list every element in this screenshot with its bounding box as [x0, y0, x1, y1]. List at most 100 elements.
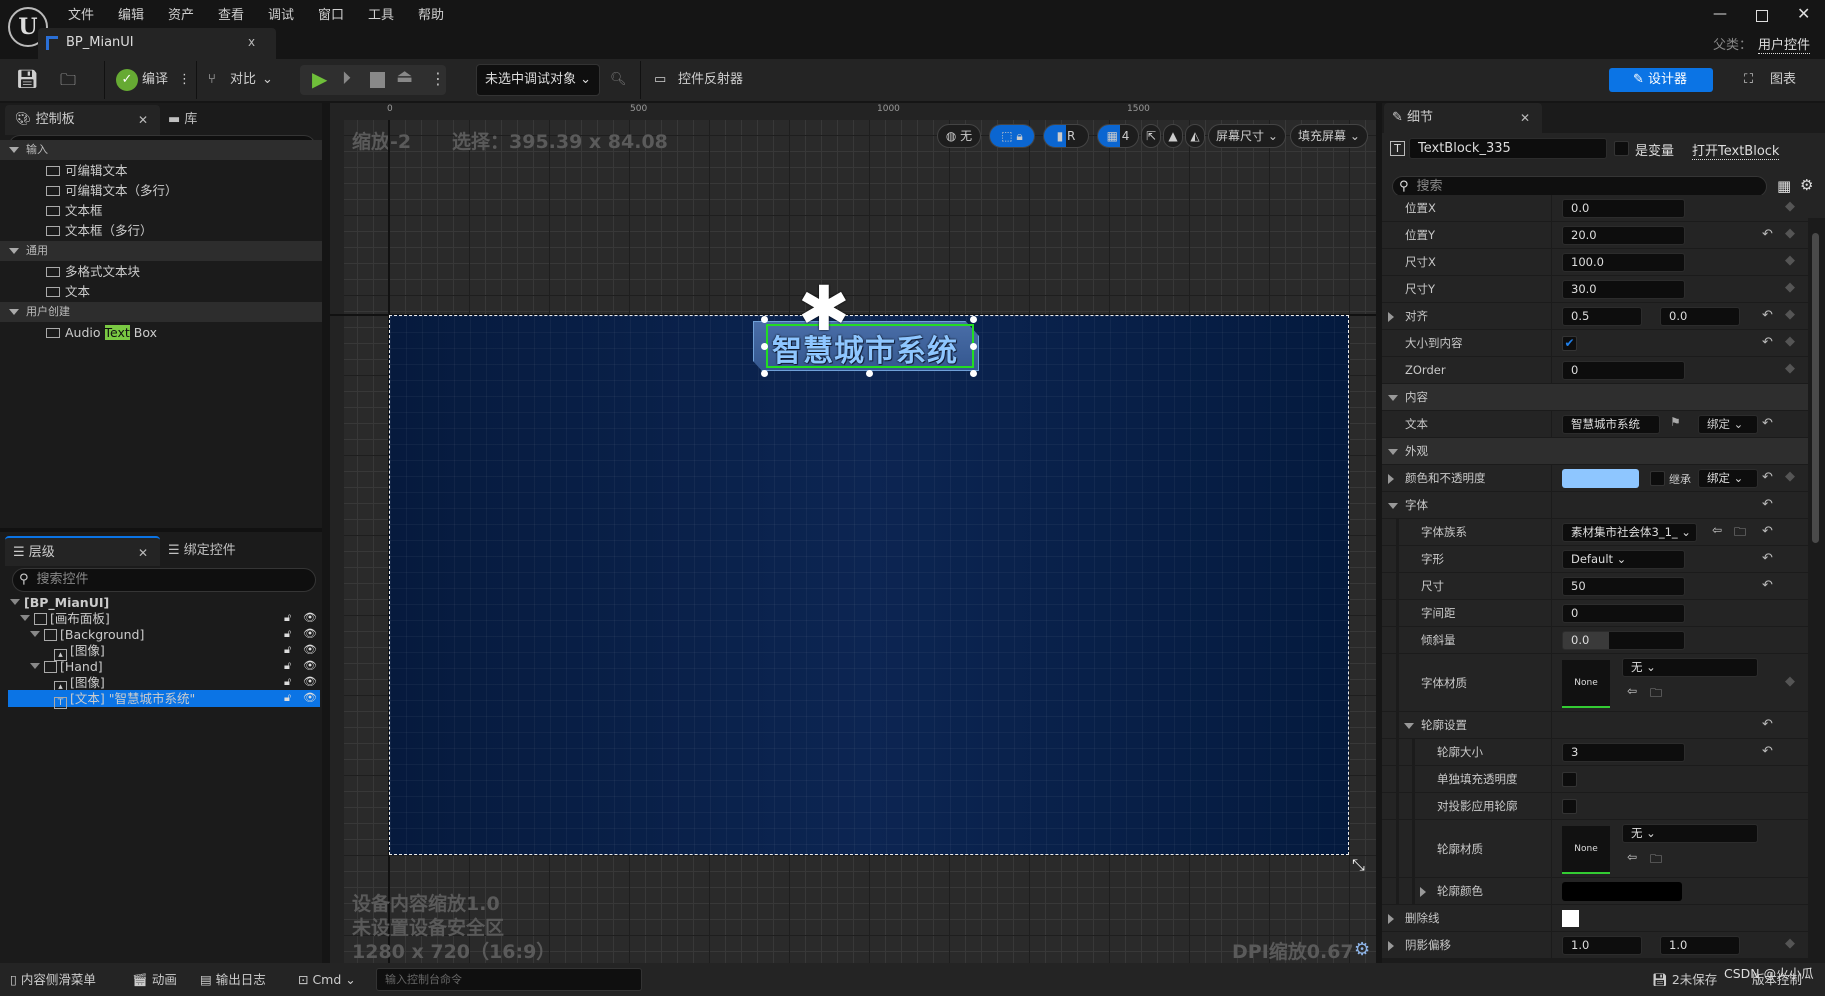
resize-handle[interactable] [866, 370, 873, 377]
color-swatch[interactable] [1562, 910, 1579, 927]
select-icon[interactable]: ⇱ [1141, 124, 1161, 148]
document-tab[interactable]: BP_MianUI x [38, 28, 276, 59]
settings-gear-icon[interactable]: ⚙ [1800, 176, 1813, 194]
console-input[interactable]: 输入控制台命令 [376, 968, 642, 991]
add-keyframe-icon[interactable]: ◆ [1785, 469, 1795, 484]
expand-arrow-icon[interactable] [1388, 449, 1398, 460]
menu-asset[interactable]: 资产 [168, 4, 194, 23]
menu-debug[interactable]: 调试 [268, 4, 294, 23]
reset-to-default-icon[interactable]: ↶ [1762, 416, 1773, 431]
add-keyframe-icon[interactable]: ◆ [1785, 226, 1795, 241]
close-icon[interactable]: ✕ [138, 105, 148, 135]
reset-to-default-icon[interactable]: ↶ [1762, 497, 1773, 512]
tree-item[interactable]: ▴ [图像] [54, 675, 105, 693]
property-input-y[interactable]: 1.0 [1660, 936, 1740, 955]
tab-library[interactable]: ▬ 库 [168, 105, 197, 135]
property-input[interactable]: 3 [1562, 743, 1685, 762]
widget-reflector-button[interactable]: 控件反射器 [678, 68, 743, 92]
property-input[interactable]: 0 [1562, 361, 1685, 380]
expand-arrow-icon[interactable] [1388, 312, 1399, 322]
expand-arrow-icon[interactable] [1404, 723, 1414, 734]
designer-button[interactable]: ✎ 设计器 [1609, 68, 1713, 92]
font-family-dropdown[interactable]: 素材集市社会体3_1_ ⌄ [1562, 523, 1697, 542]
reset-to-default-icon[interactable]: ↶ [1762, 308, 1773, 323]
typeface-dropdown[interactable]: Default ⌄ [1562, 550, 1685, 569]
more-icon[interactable]: ⋮ [430, 69, 446, 88]
property-input[interactable]: 100.0 [1562, 253, 1685, 272]
reset-to-default-icon[interactable]: ↶ [1762, 335, 1773, 350]
lock-icon[interactable]: 🔓︎ [284, 675, 291, 689]
menu-view[interactable]: 查看 [218, 4, 244, 23]
add-keyframe-icon[interactable]: ◆ [1785, 674, 1795, 689]
add-keyframe-icon[interactable]: ◆ [1785, 936, 1795, 951]
browse-asset-icon[interactable]: 🗀 [1650, 850, 1662, 871]
resize-handle[interactable] [761, 370, 768, 377]
reset-to-default-icon[interactable]: ↶ [1762, 744, 1773, 759]
fill-screen-dropdown[interactable]: 填充屏幕 ⌄ [1290, 124, 1368, 148]
expand-arrow-icon[interactable] [30, 663, 40, 674]
screen-size-dropdown[interactable]: 屏幕尺寸 ⌄ [1208, 124, 1286, 148]
expand-arrow-icon[interactable] [1388, 474, 1399, 484]
expand-arrow-icon[interactable] [1388, 941, 1399, 951]
designer-canvas[interactable]: 0 500 1000 1500 缩放-2 选择：395.39 x 84.08 ◍… [330, 103, 1376, 963]
property-checkbox[interactable] [1562, 772, 1577, 787]
details-search-input[interactable]: ⚲ 搜索 [1392, 176, 1767, 197]
material-dropdown[interactable]: 无 ⌄ [1622, 824, 1758, 843]
menu-help[interactable]: 帮助 [418, 4, 444, 23]
close-icon[interactable]: x [248, 35, 255, 49]
property-checkbox[interactable] [1562, 799, 1577, 814]
add-keyframe-icon[interactable]: ◆ [1785, 253, 1795, 268]
menu-edit[interactable]: 编辑 [118, 4, 144, 23]
tab-hierarchy[interactable]: ☰ 层级 ✕ [5, 536, 160, 566]
palette-item[interactable]: 可编辑文本（多行） [46, 181, 178, 201]
grid-snap-toggle[interactable]: ▦ 4 [1097, 124, 1139, 148]
compile-button[interactable]: 编译 [142, 68, 168, 92]
resize-handle[interactable] [970, 370, 977, 377]
visibility-eye-icon[interactable]: 👁︎ [303, 691, 317, 704]
tree-item[interactable]: [Hand] [44, 659, 103, 675]
palette-item[interactable]: 多格式文本块 [46, 262, 140, 282]
reset-to-default-icon[interactable]: ↶ [1762, 227, 1773, 242]
minimize-button[interactable]: — [1713, 6, 1727, 22]
material-thumbnail[interactable]: None [1562, 660, 1610, 708]
use-selected-icon[interactable]: ⇦ [1627, 684, 1637, 698]
reset-to-default-icon[interactable]: ↶ [1762, 524, 1773, 539]
maximize-button[interactable] [1756, 10, 1768, 22]
save-icon[interactable]: 💾︎ [16, 68, 39, 92]
compile-status-icon[interactable]: ✓ [116, 69, 138, 91]
widget-name-input[interactable]: TextBlock_335 [1409, 138, 1607, 159]
close-icon[interactable]: ✕ [138, 538, 148, 568]
open-textblock-link[interactable]: 打开TextBlock [1692, 140, 1780, 160]
add-keyframe-icon[interactable]: ◆ [1785, 361, 1795, 376]
lock-icon[interactable]: 🔓︎ [284, 627, 291, 641]
tree-item[interactable]: ▴ [图像] [54, 643, 105, 661]
palette-category[interactable]: 通用 [0, 241, 322, 261]
image-icon[interactable]: ▲ [1163, 124, 1183, 148]
inherit-checkbox[interactable] [1650, 471, 1665, 486]
add-keyframe-icon[interactable]: ◆ [1785, 307, 1795, 322]
diff-button[interactable]: 对比 [230, 68, 256, 92]
resize-handle[interactable] [970, 343, 977, 350]
respect-lock-toggle[interactable]: ⬚ 🔒︎ [989, 124, 1035, 148]
visibility-eye-icon[interactable]: 👁︎ [303, 659, 317, 672]
expand-arrow-icon[interactable] [1388, 914, 1399, 924]
close-window-button[interactable]: ✕ [1797, 4, 1810, 23]
palette-item[interactable]: 可编辑文本 [46, 161, 128, 181]
property-input-x[interactable]: 0.5 [1562, 307, 1642, 326]
add-keyframe-icon[interactable]: ◆ [1785, 280, 1795, 295]
find-debug-icon[interactable]: 🔍︎ [610, 68, 627, 92]
tree-item[interactable]: [BP_MianUI] [24, 595, 109, 611]
resize-handle[interactable] [761, 343, 768, 350]
content-drawer-button[interactable]: ▯ 内容侧滑菜单 [10, 963, 96, 996]
expand-arrow-icon[interactable] [1388, 503, 1398, 514]
palette-category[interactable]: 用户创建 [0, 302, 322, 322]
parent-class-link[interactable]: 用户控件 [1758, 34, 1811, 54]
step-icon[interactable]: ⏵ [342, 68, 351, 89]
bind-dropdown[interactable]: 绑定 ⌄ [1698, 415, 1758, 434]
tab-palette[interactable]: 🎨︎ 控制板 ✕ [5, 105, 160, 135]
anchor-icon[interactable]: ✱ [798, 278, 850, 340]
use-selected-icon[interactable]: ⇦ [1627, 850, 1637, 864]
tree-item[interactable]: T [文本] "智慧城市系统" [54, 691, 195, 709]
menu-window[interactable]: 窗口 [318, 4, 344, 23]
lock-icon[interactable]: 🔓︎ [284, 643, 291, 657]
